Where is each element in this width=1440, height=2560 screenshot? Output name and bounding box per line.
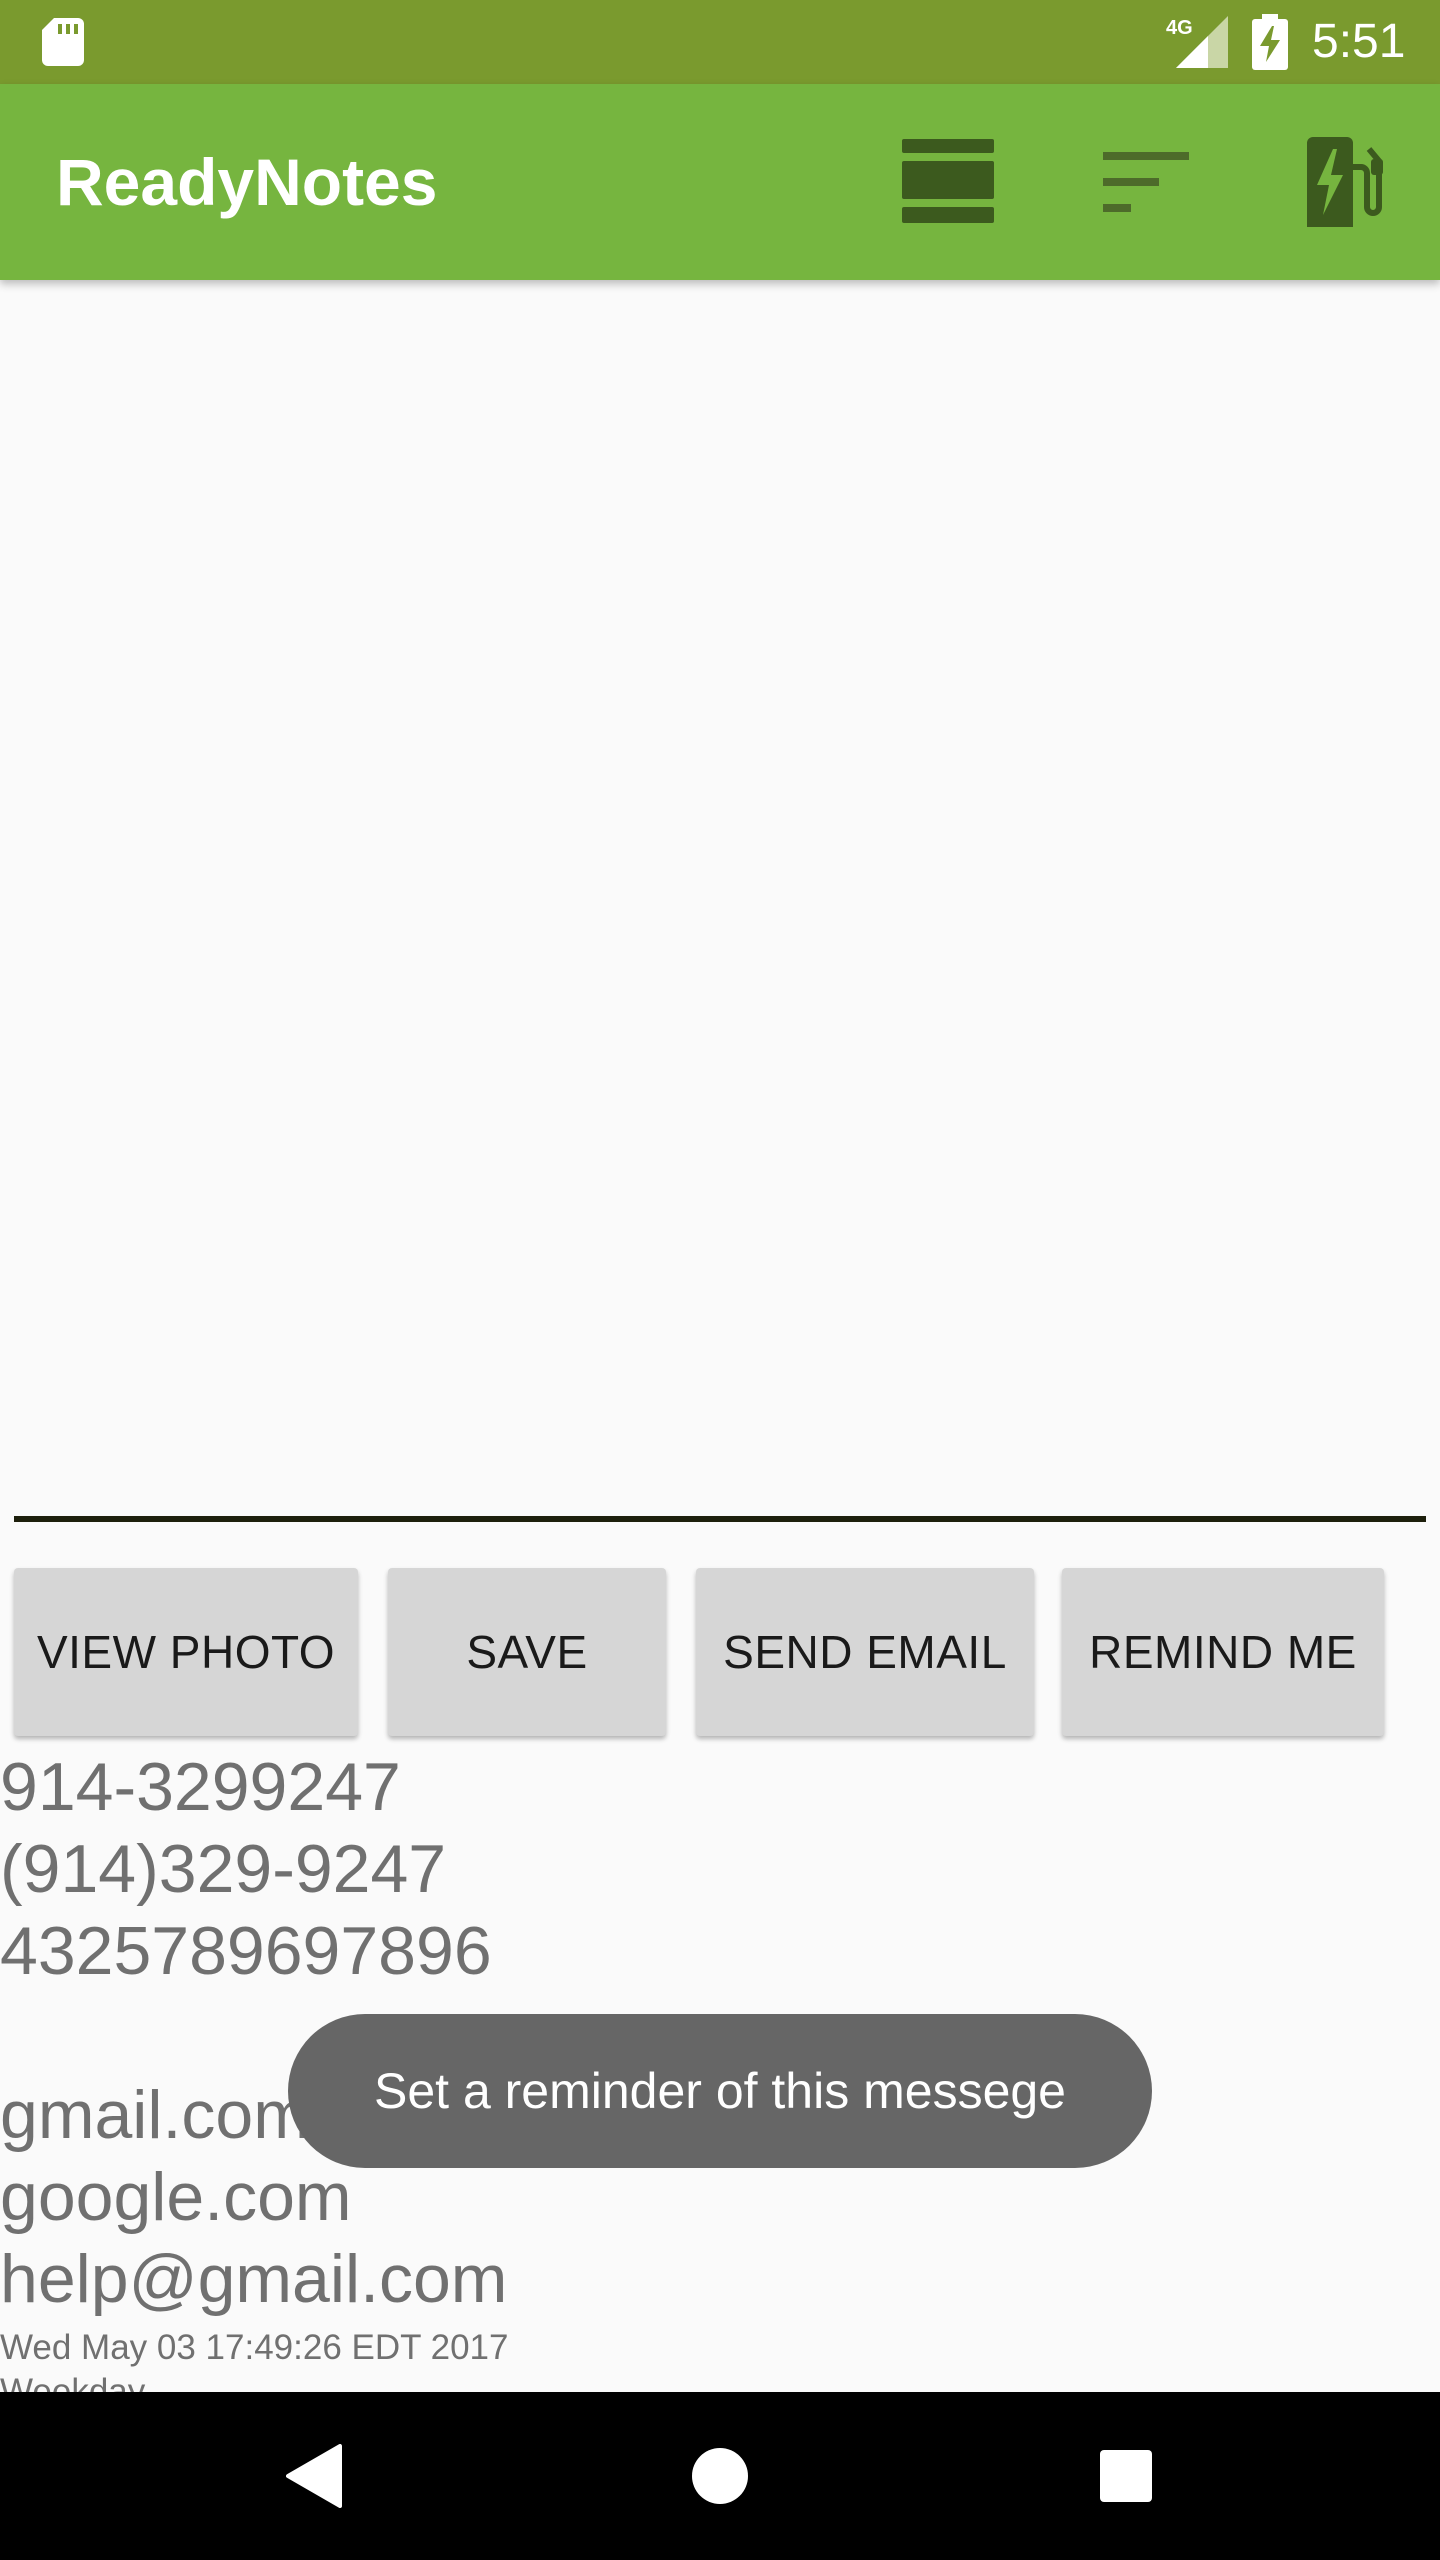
view-toggle-button[interactable] bbox=[894, 128, 1002, 236]
send-email-button[interactable]: SEND EMAIL bbox=[696, 1568, 1034, 1736]
ev-station-button[interactable] bbox=[1290, 128, 1398, 236]
sort-icon bbox=[1103, 152, 1189, 212]
network-type: 4G bbox=[1166, 17, 1193, 39]
domain-line[interactable]: gmail.com bbox=[0, 2074, 310, 2156]
timestamp: Wed May 03 17:49:26 EDT 2017 bbox=[0, 2328, 509, 2367]
view-stream-icon bbox=[902, 139, 994, 223]
toast-message: Set a reminder of this messege bbox=[288, 2014, 1152, 2168]
navigation-bar bbox=[0, 2392, 1440, 2560]
signal-icon: 4G bbox=[1166, 16, 1228, 68]
back-icon bbox=[286, 2444, 342, 2508]
save-button[interactable]: SAVE bbox=[388, 1568, 666, 1736]
note-underline bbox=[14, 1516, 1426, 1522]
number-line: 4325789697896 bbox=[0, 1913, 492, 1989]
remind-me-button[interactable]: REMIND ME bbox=[1062, 1568, 1384, 1736]
email-line[interactable]: help@gmail.com bbox=[0, 2238, 507, 2320]
note-text-area[interactable] bbox=[0, 280, 1440, 1520]
app-title: ReadyNotes bbox=[56, 145, 438, 219]
app-bar: ReadyNotes bbox=[0, 84, 1440, 280]
domain-line[interactable]: google.com bbox=[0, 2156, 352, 2238]
battery-charging-icon bbox=[1252, 14, 1288, 70]
back-button[interactable] bbox=[264, 2426, 364, 2526]
screen: 4G 5:51 ReadyNotes VIEW PHOTO SAVE SEND … bbox=[0, 0, 1440, 2560]
home-icon bbox=[692, 2448, 748, 2504]
sd-card-icon bbox=[42, 18, 84, 66]
status-bar: 4G 5:51 bbox=[0, 0, 1440, 84]
sort-button[interactable] bbox=[1092, 128, 1200, 236]
phone-number-line[interactable]: (914)329-9247 bbox=[0, 1828, 446, 1910]
recents-icon bbox=[1100, 2450, 1152, 2502]
recents-button[interactable] bbox=[1076, 2426, 1176, 2526]
view-photo-button[interactable]: VIEW PHOTO bbox=[14, 1568, 358, 1736]
status-time: 5:51 bbox=[1312, 15, 1406, 68]
home-button[interactable] bbox=[670, 2426, 770, 2526]
phone-number-line[interactable]: 914-3299247 bbox=[0, 1746, 401, 1828]
ev-station-icon bbox=[1307, 137, 1383, 227]
